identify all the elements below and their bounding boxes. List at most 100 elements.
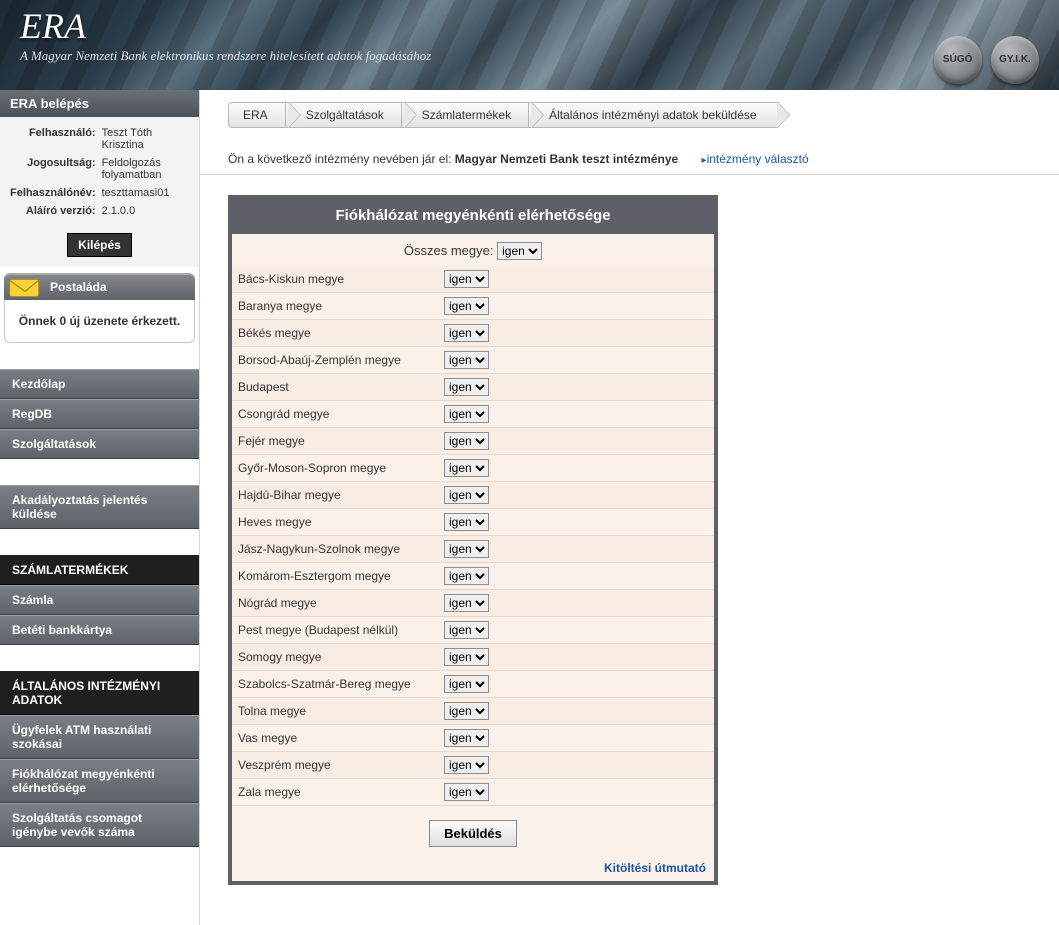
county-name: Komárom-Esztergom megye xyxy=(238,569,444,583)
institution-switch-link[interactable]: intézmény választó xyxy=(702,152,809,166)
county-select-7[interactable]: igen xyxy=(444,459,489,477)
value-role: Feldolgozás folyamatban xyxy=(100,155,193,183)
mailbox-body: Önnek 0 új üzenete érkezett. xyxy=(4,300,195,343)
county-name: Pest megye (Budapest nélkül) xyxy=(238,623,444,637)
county-row: Vas megyeigen xyxy=(232,725,714,752)
county-select-11[interactable]: igen xyxy=(444,567,489,585)
nav-primary-item-0[interactable]: Kezdőlap xyxy=(0,369,199,399)
county-name: Csongrád megye xyxy=(238,407,444,421)
county-row: Budapestigen xyxy=(232,374,714,401)
institution-name: Magyar Nemzeti Bank teszt intézménye xyxy=(455,152,678,166)
breadcrumb-item-1[interactable]: Szolgáltatások xyxy=(285,102,405,128)
county-select-14[interactable]: igen xyxy=(444,648,489,666)
county-row: Békés megyeigen xyxy=(232,320,714,347)
nav-altalanos-item-2[interactable]: Szolgáltatás csomagot igénybe vevők szám… xyxy=(0,803,199,847)
county-select-1[interactable]: igen xyxy=(444,297,489,315)
institution-line: Ön a következő intézmény nevében jár el:… xyxy=(200,134,1059,175)
value-username: teszttamasi01 xyxy=(100,185,193,201)
county-name: Bács-Kiskun megye xyxy=(238,272,444,286)
app-banner: ERA A Magyar Nemzeti Bank elektronikus r… xyxy=(0,0,1059,90)
county-row: Baranya megyeigen xyxy=(232,293,714,320)
nav-primary-item-1[interactable]: RegDB xyxy=(0,399,199,429)
county-select-6[interactable]: igen xyxy=(444,432,489,450)
county-name: Győr-Moson-Sopron megye xyxy=(238,461,444,475)
breadcrumb: ERASzolgáltatásokSzámlatermékekÁltalános… xyxy=(200,90,1059,134)
county-select-0[interactable]: igen xyxy=(444,270,489,288)
value-user: Teszt Tóth Krisztina xyxy=(100,125,193,153)
county-row: Csongrád megyeigen xyxy=(232,401,714,428)
county-select-4[interactable]: igen xyxy=(444,378,489,396)
county-row: Somogy megyeigen xyxy=(232,644,714,671)
county-name: Szabolcs-Szatmár-Bereg megye xyxy=(238,677,444,691)
logout-button[interactable]: Kilépés xyxy=(67,233,132,257)
county-name: Zala megye xyxy=(238,785,444,799)
county-select-9[interactable]: igen xyxy=(444,513,489,531)
county-row: Hajdú-Bihar megyeigen xyxy=(232,482,714,509)
breadcrumb-item-3[interactable]: Általános intézményi adatok beküldése xyxy=(528,102,777,128)
county-row: Tolna megyeigen xyxy=(232,698,714,725)
county-name: Somogy megye xyxy=(238,650,444,664)
help-button[interactable]: SÚGÓ xyxy=(934,36,982,84)
county-row: Bács-Kiskun megyeigen xyxy=(232,266,714,293)
main-content: ERASzolgáltatásokSzámlatermékekÁltalános… xyxy=(200,90,1059,925)
institution-prefix: Ön a következő intézmény nevében jár el: xyxy=(228,152,455,166)
county-row: Veszprém megyeigen xyxy=(232,752,714,779)
nav-group-altalanos: ÁLTALÁNOS INTÉZMÉNYI ADATOK xyxy=(0,671,199,715)
county-name: Borsod-Abaúj-Zemplén megye xyxy=(238,353,444,367)
all-counties-label: Összes megye: xyxy=(404,243,494,258)
county-form-heading: Fiókhálózat megyénkénti elérhetősége xyxy=(232,199,714,234)
county-name: Nógrád megye xyxy=(238,596,444,610)
county-name: Baranya megye xyxy=(238,299,444,313)
county-select-18[interactable]: igen xyxy=(444,756,489,774)
county-select-12[interactable]: igen xyxy=(444,594,489,612)
county-name: Veszprém megye xyxy=(238,758,444,772)
county-row: Jász-Nagykun-Szolnok megyeigen xyxy=(232,536,714,563)
county-row: Fejér megyeigen xyxy=(232,428,714,455)
label-version: Aláíró verzió: xyxy=(8,203,98,219)
county-row: Szabolcs-Szatmár-Bereg megyeigen xyxy=(232,671,714,698)
mailbox-heading-text: Postaláda xyxy=(50,280,107,294)
county-select-17[interactable]: igen xyxy=(444,729,489,747)
value-version: 2.1.0.0 xyxy=(100,203,193,219)
app-title: ERA xyxy=(20,8,1039,44)
fill-guide-link[interactable]: Kitöltési útmutató xyxy=(232,861,714,881)
label-role: Jogosultság: xyxy=(8,155,98,183)
county-row: Zala megyeigen xyxy=(232,779,714,806)
submit-button[interactable]: Beküldés xyxy=(429,820,517,847)
county-row: Heves megyeigen xyxy=(232,509,714,536)
app-subtitle: A Magyar Nemzeti Bank elektronikus rends… xyxy=(20,48,1039,64)
county-select-10[interactable]: igen xyxy=(444,540,489,558)
county-name: Vas megye xyxy=(238,731,444,745)
nav-szamla-item-0[interactable]: Számla xyxy=(0,585,199,615)
breadcrumb-item-0[interactable]: ERA xyxy=(228,102,289,128)
login-panel-heading: ERA belépés xyxy=(0,90,199,117)
county-name: Budapest xyxy=(238,380,444,394)
county-name: Heves megye xyxy=(238,515,444,529)
county-select-5[interactable]: igen xyxy=(444,405,489,423)
all-counties-select[interactable]: igen xyxy=(497,242,542,260)
mail-icon xyxy=(8,276,42,300)
county-row: Győr-Moson-Sopron megyeigen xyxy=(232,455,714,482)
county-select-13[interactable]: igen xyxy=(444,621,489,639)
nav-altalanos-item-1[interactable]: Fiókhálózat megyénkénti elérhetősége xyxy=(0,759,199,803)
mailbox-heading[interactable]: Postaláda xyxy=(4,273,195,300)
county-name: Tolna megye xyxy=(238,704,444,718)
county-row: Komárom-Esztergom megyeigen xyxy=(232,563,714,590)
faq-button[interactable]: GY.I.K. xyxy=(991,36,1039,84)
nav-primary-item-2[interactable]: Szolgáltatások xyxy=(0,429,199,459)
breadcrumb-item-2[interactable]: Számlatermékek xyxy=(401,102,532,128)
county-form: Fiókhálózat megyénkénti elérhetősége Öss… xyxy=(228,195,718,885)
county-select-2[interactable]: igen xyxy=(444,324,489,342)
county-select-8[interactable]: igen xyxy=(444,486,489,504)
county-select-19[interactable]: igen xyxy=(444,783,489,801)
nav-szamla-item-1[interactable]: Betéti bankkártya xyxy=(0,615,199,645)
sidebar: ERA belépés Felhasználó: Teszt Tóth Kris… xyxy=(0,90,200,925)
county-select-16[interactable]: igen xyxy=(444,702,489,720)
nav-secondary-item-0[interactable]: Akadályoztatás jelentés küldése xyxy=(0,485,199,529)
nav-altalanos-item-0[interactable]: Ügyfelek ATM használati szokásai xyxy=(0,715,199,759)
county-select-3[interactable]: igen xyxy=(444,351,489,369)
label-user: Felhasználó: xyxy=(8,125,98,153)
county-select-15[interactable]: igen xyxy=(444,675,489,693)
nav-group-szamlatermekek: SZÁMLATERMÉKEK xyxy=(0,555,199,585)
county-row: Pest megye (Budapest nélkül)igen xyxy=(232,617,714,644)
